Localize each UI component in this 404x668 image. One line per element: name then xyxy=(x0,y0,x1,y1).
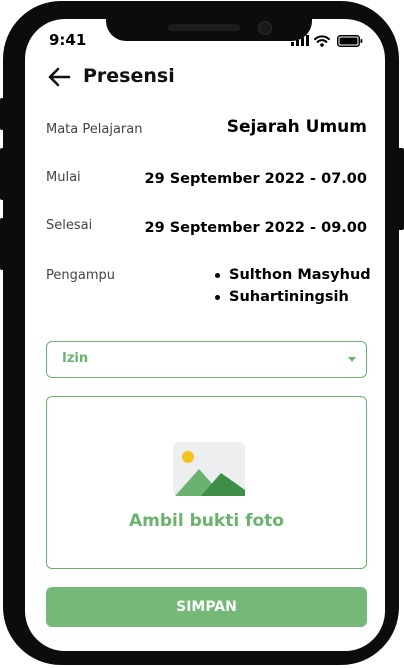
phone-frame: 9:41 Presensi Mata Pelajaran Sejarah Umu… xyxy=(3,1,399,665)
wifi-icon xyxy=(314,35,330,47)
battery-icon xyxy=(337,35,363,47)
signal-icon xyxy=(291,35,309,46)
status-time: 9:41 xyxy=(49,31,87,49)
start-value: 29 September 2022 - 07.00 xyxy=(144,171,367,187)
end-value: 29 September 2022 - 09.00 xyxy=(144,220,367,236)
app-screen: 9:41 Presensi Mata Pelajaran Sejarah Umu… xyxy=(25,19,385,651)
end-label: Selesai xyxy=(46,218,93,233)
photo-upload-label: Ambil bukti foto xyxy=(129,511,284,531)
back-arrow-icon[interactable] xyxy=(47,66,71,88)
subject-label: Mata Pelajaran xyxy=(46,122,143,137)
chevron-down-icon xyxy=(348,357,356,362)
teacher-item: Sulthon Masyhud xyxy=(215,264,371,286)
teacher-list: Sulthon Masyhud Suhartiningsih xyxy=(215,264,371,308)
teacher-label: Pengampu xyxy=(46,268,115,283)
subject-value: Sejarah Umum xyxy=(226,117,367,137)
image-placeholder-icon xyxy=(173,442,245,496)
front-camera xyxy=(258,21,272,35)
phone-notch xyxy=(106,19,312,41)
attendance-status-value: Izin xyxy=(62,351,89,366)
speaker-grille xyxy=(168,24,240,31)
teacher-item: Suhartiningsih xyxy=(215,286,371,308)
start-label: Mulai xyxy=(46,170,81,185)
save-button[interactable]: SIMPAN xyxy=(46,587,367,627)
page-title: Presensi xyxy=(83,65,175,87)
photo-upload-area[interactable]: Ambil bukti foto xyxy=(46,396,367,569)
attendance-status-select[interactable]: Izin xyxy=(46,341,367,378)
